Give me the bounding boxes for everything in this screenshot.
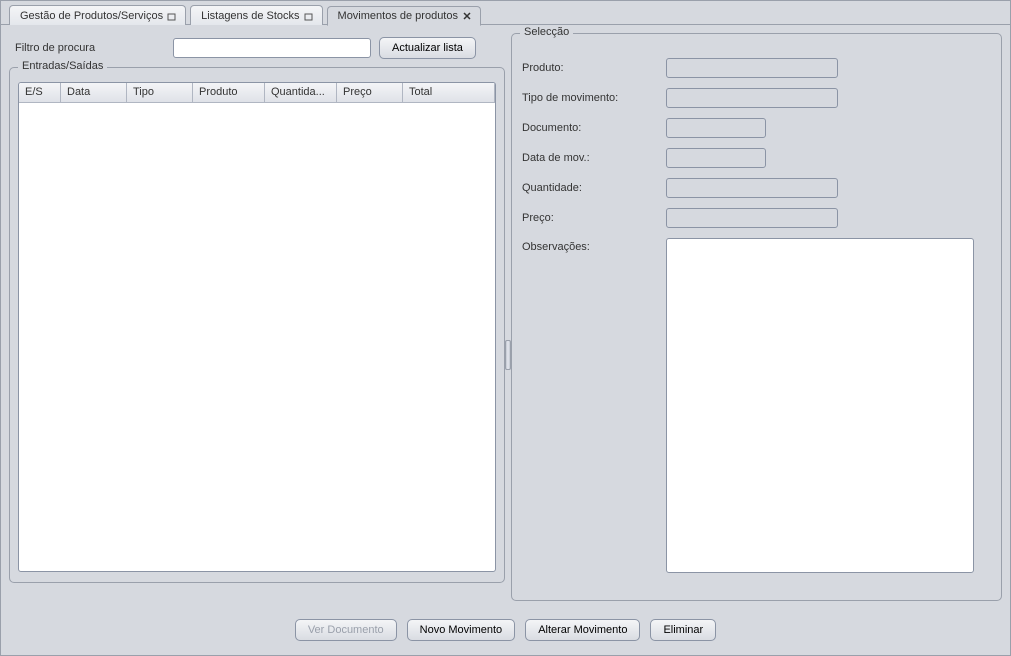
refresh-list-button[interactable]: Actualizar lista: [379, 37, 476, 59]
ver-documento-button: Ver Documento: [295, 619, 397, 641]
table-header: E/S Data Tipo Produto Quantida... Preço …: [19, 83, 495, 103]
label-preco: Preço:: [522, 212, 666, 224]
field-preco: [666, 208, 838, 228]
novo-movimento-button[interactable]: Novo Movimento: [407, 619, 516, 641]
field-observacoes[interactable]: [666, 238, 974, 573]
alterar-movimento-button[interactable]: Alterar Movimento: [525, 619, 640, 641]
label-quantidade: Quantidade:: [522, 182, 666, 194]
col-quantidade[interactable]: Quantida...: [265, 83, 337, 102]
label-documento: Documento:: [522, 122, 666, 134]
label-tipo-mov: Tipo de movimento:: [522, 92, 666, 104]
field-produto: [666, 58, 838, 78]
filter-label: Filtro de procura: [15, 42, 165, 54]
bottom-buttons: Ver Documento Novo Movimento Alterar Mov…: [1, 611, 1010, 651]
col-preco[interactable]: Preço: [337, 83, 403, 102]
field-documento: [666, 118, 766, 138]
col-produto[interactable]: Produto: [193, 83, 265, 102]
entradas-saidas-group: Entradas/Saídas E/S Data Tipo Produto Qu…: [9, 67, 505, 583]
entradas-title: Entradas/Saídas: [18, 60, 107, 72]
label-data-mov: Data de mov.:: [522, 152, 666, 164]
field-tipo-mov: [666, 88, 838, 108]
tab-label: Listagens de Stocks: [201, 10, 299, 22]
row-produto: Produto:: [522, 58, 991, 78]
row-tipo-mov: Tipo de movimento:: [522, 88, 991, 108]
selection-group: Selecção Produto: Tipo de movimento: Doc…: [511, 33, 1002, 601]
detach-icon: [167, 11, 177, 21]
tabs-bar: Gestão de Produtos/Serviços Listagens de…: [1, 1, 1010, 25]
row-quantidade: Quantidade:: [522, 178, 991, 198]
tab-label: Gestão de Produtos/Serviços: [20, 10, 163, 22]
row-data-mov: Data de mov.:: [522, 148, 991, 168]
tab-movimentos-produtos[interactable]: Movimentos de produtos: [327, 6, 481, 26]
right-panel: Selecção Produto: Tipo de movimento: Doc…: [511, 33, 1002, 607]
left-panel: Filtro de procura Actualizar lista Entra…: [9, 33, 505, 607]
label-observacoes: Observações:: [522, 238, 666, 253]
tab-label: Movimentos de produtos: [338, 10, 458, 22]
close-icon[interactable]: [462, 11, 472, 21]
row-preco: Preço:: [522, 208, 991, 228]
app-window: Gestão de Produtos/Serviços Listagens de…: [0, 0, 1011, 656]
label-produto: Produto:: [522, 62, 666, 74]
col-data[interactable]: Data: [61, 83, 127, 102]
row-documento: Documento:: [522, 118, 991, 138]
row-observacoes: Observações:: [522, 238, 991, 573]
col-tipo[interactable]: Tipo: [127, 83, 193, 102]
selection-title: Selecção: [520, 26, 573, 38]
col-es[interactable]: E/S: [19, 83, 61, 102]
content-area: Filtro de procura Actualizar lista Entra…: [1, 25, 1010, 611]
field-quantidade: [666, 178, 838, 198]
field-data-mov: [666, 148, 766, 168]
filter-input[interactable]: [173, 38, 371, 58]
tab-listagens-stocks[interactable]: Listagens de Stocks: [190, 5, 322, 25]
detach-icon: [304, 11, 314, 21]
eliminar-button[interactable]: Eliminar: [650, 619, 716, 641]
movements-table[interactable]: E/S Data Tipo Produto Quantida... Preço …: [18, 82, 496, 572]
col-total[interactable]: Total: [403, 83, 495, 102]
tab-gestao-produtos[interactable]: Gestão de Produtos/Serviços: [9, 5, 186, 25]
